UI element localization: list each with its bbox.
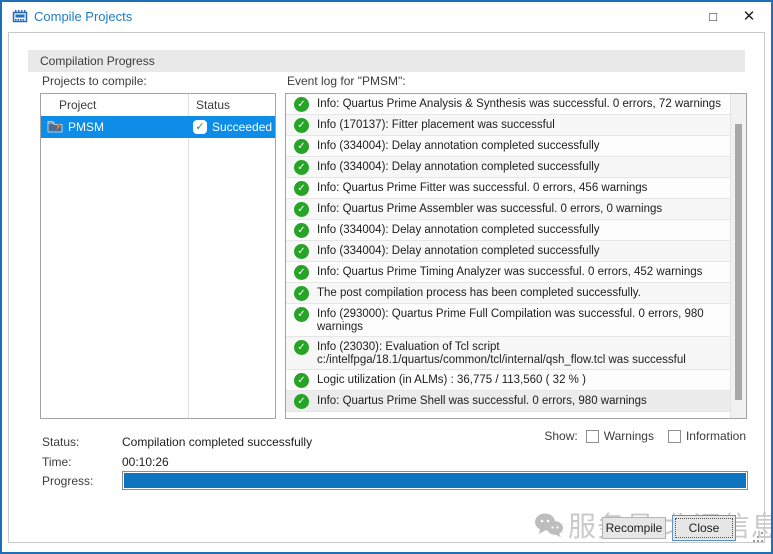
title-bar: Compile Projects □ ✕ [2, 2, 771, 32]
column-header-project: Project [59, 98, 97, 112]
success-icon: ✓ [294, 373, 309, 388]
warnings-checkbox[interactable] [585, 429, 599, 443]
log-entry-text: Info (170137): Fitter placement was succ… [317, 119, 555, 131]
success-icon: ✓ [294, 97, 309, 112]
column-divider [188, 94, 189, 418]
success-icon: ✓ [294, 202, 309, 217]
log-entry[interactable]: ✓ Logic utilization (in ALMs) : 36,775 / … [286, 370, 730, 391]
success-icon: ✓ [294, 307, 309, 322]
log-entry-text: Info (293000): Quartus Prime Full Compil… [317, 308, 704, 333]
success-icon: ✓ [294, 160, 309, 175]
project-name: PMSM [68, 120, 104, 134]
log-entry[interactable]: ✓ Info (334004): Delay annotation complet… [286, 157, 730, 178]
log-entry-text: Info (334004): Delay annotation complete… [317, 245, 600, 257]
log-entry[interactable]: ✓ Info (334004): Delay annotation complet… [286, 220, 730, 241]
log-entry[interactable]: ✓ Info (293000): Quartus Prime Full Compi… [286, 304, 730, 337]
log-entry-text: Info: Quartus Prime Fitter was successfu… [317, 182, 648, 194]
column-header-status: Status [196, 98, 231, 112]
log-entry-text: Info (334004): Delay annotation complete… [317, 161, 600, 173]
success-icon: ✓ [294, 244, 309, 259]
log-entry-text: Logic utilization (in ALMs) : 36,775 / 1… [317, 374, 586, 386]
log-entry[interactable]: ✓ Info (170137): Fitter placement was suc… [286, 115, 730, 136]
log-entry-text: Info (334004): Delay annotation complete… [317, 140, 600, 152]
success-icon: ✓ [294, 340, 309, 355]
success-icon: ✓ [193, 120, 207, 134]
success-icon: ✓ [294, 286, 309, 301]
log-entry[interactable]: ✓ Info: Quartus Prime Assembler was succe… [286, 199, 730, 220]
log-entry-text: The post compilation process has been co… [317, 287, 641, 299]
project-folder-icon [47, 121, 63, 133]
projects-to-compile-label: Projects to compile: [42, 74, 147, 88]
log-entry[interactable]: ✓ Info (334004): Delay annotation complet… [286, 136, 730, 157]
event-log-list[interactable]: ✓ Info: Quartus Prime Analysis & Synthesi… [285, 93, 747, 419]
close-window-button[interactable]: ✕ [732, 4, 766, 30]
time-value: 00:10:26 [122, 455, 169, 469]
project-status-text: Succeeded [212, 120, 273, 134]
success-icon: ✓ [294, 118, 309, 133]
log-entry-text: Info: Quartus Prime Shell was successful… [317, 395, 647, 407]
log-entry-text: Info: Quartus Prime Assembler was succes… [317, 203, 663, 215]
log-entry-text: Info: Quartus Prime Timing Analyzer was … [317, 266, 703, 278]
log-entry-text: Info: Quartus Prime Analysis & Synthesis… [317, 98, 721, 110]
information-checkbox[interactable] [667, 429, 681, 443]
project-status: ✓ Succeeded [193, 116, 272, 138]
event-log-label: Event log for "PMSM": [287, 74, 406, 88]
section-header-compilation-progress: Compilation Progress [28, 50, 745, 72]
log-entry[interactable]: ✓ Info: Quartus Prime Shell was successfu… [286, 391, 730, 412]
progress-bar [122, 471, 748, 490]
log-entry[interactable]: ✓ Info: Quartus Prime Fitter was successf… [286, 178, 730, 199]
success-icon: ✓ [294, 394, 309, 409]
event-log-rows: ✓ Info: Quartus Prime Analysis & Synthesi… [286, 94, 730, 418]
success-icon: ✓ [294, 223, 309, 238]
time-label: Time: [42, 455, 72, 469]
log-entry[interactable]: ✓ Info (334004): Delay annotation complet… [286, 241, 730, 262]
log-entry[interactable]: ✓ Info: Quartus Prime Analysis & Synthesi… [286, 94, 730, 115]
wechat-icon [535, 513, 563, 538]
table-row-pmsm[interactable]: PMSM ✓ Succeeded [41, 116, 275, 138]
app-icon [12, 10, 28, 23]
log-entry[interactable]: ✓ The post compilation process has been c… [286, 283, 730, 304]
show-filter-row: Show: Warnings Information [544, 429, 746, 443]
log-entry-text: Info (23030): Evaluation of Tcl script c… [317, 341, 686, 366]
log-entry[interactable]: ✓ Info: Quartus Prime Timing Analyzer was… [286, 262, 730, 283]
log-entry-text: Info (334004): Delay annotation complete… [317, 224, 600, 236]
progress-fill [124, 473, 746, 488]
information-checkbox-label: Information [685, 429, 746, 443]
event-log-scrollbar[interactable] [730, 94, 746, 418]
success-icon: ✓ [294, 265, 309, 280]
table-header: Project Status [41, 94, 275, 116]
watermark-text: 服务号 北汇信息 [568, 511, 773, 542]
compile-projects-dialog: Compile Projects □ ✕ Compilation Progres… [0, 0, 773, 554]
show-label: Show: [544, 429, 578, 443]
log-entry[interactable]: ✓ Info (23030): Evaluation of Tcl script … [286, 337, 730, 370]
status-value: Compilation completed successfully [122, 435, 313, 449]
close-button[interactable]: Close [672, 515, 736, 541]
recompile-button[interactable]: Recompile [602, 517, 666, 539]
projects-table[interactable]: Project Status PMSM ✓ Succeeded [40, 93, 276, 419]
success-icon: ✓ [294, 181, 309, 196]
progress-label: Progress: [42, 474, 94, 488]
maximize-button[interactable]: □ [696, 4, 730, 30]
success-icon: ✓ [294, 139, 309, 154]
window-title: Compile Projects [34, 9, 133, 24]
warnings-checkbox-label: Warnings [603, 429, 654, 443]
status-label: Status: [42, 435, 80, 449]
scrollbar-thumb[interactable] [735, 124, 742, 400]
